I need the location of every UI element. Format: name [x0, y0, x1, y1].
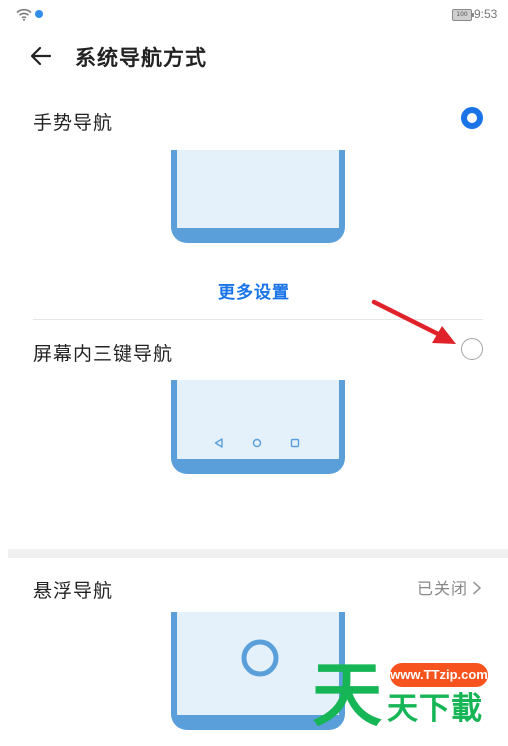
- status-bar: 100 9:53: [0, 0, 508, 30]
- floating-ring-icon: [241, 639, 279, 677]
- three-key-nav-radio[interactable]: [461, 338, 483, 360]
- watermark-text: 天下載: [387, 691, 483, 727]
- floating-nav-status-text: 已关闭: [416, 579, 468, 598]
- watermark: 天 www.TTzip.com 天下載: [312, 655, 502, 735]
- wifi-icon: [16, 8, 32, 21]
- page-title: 系统导航方式: [75, 46, 207, 70]
- three-key-nav-illustration: [171, 380, 345, 474]
- three-key-bar: [177, 459, 339, 468]
- triangle-back-icon: [214, 438, 223, 448]
- watermark-logo: 天: [312, 654, 382, 736]
- red-annotation-arrow-icon: [371, 299, 456, 344]
- square-recent-icon: [290, 438, 300, 448]
- back-arrow-icon[interactable]: [28, 43, 54, 69]
- battery-level: 100: [456, 11, 468, 18]
- floating-nav-label[interactable]: 悬浮导航: [33, 576, 113, 603]
- circle-home-icon: [252, 438, 262, 448]
- chevron-right-icon: [473, 581, 481, 595]
- gesture-bar: [177, 228, 339, 237]
- floating-nav-status[interactable]: 已关闭: [417, 575, 482, 599]
- nav-buttons: [177, 436, 339, 450]
- gesture-nav-radio[interactable]: [461, 107, 483, 129]
- gesture-nav-illustration: [171, 150, 345, 243]
- section-gap: [8, 549, 508, 558]
- watermark-url: www.TTzip.com: [390, 663, 488, 687]
- notification-dot-icon: [35, 10, 43, 18]
- status-time: 9:53: [474, 7, 498, 21]
- gesture-nav-label[interactable]: 手势导航: [33, 108, 113, 135]
- battery-icon: 100: [452, 9, 474, 21]
- three-key-nav-label[interactable]: 屏幕内三键导航: [33, 339, 173, 366]
